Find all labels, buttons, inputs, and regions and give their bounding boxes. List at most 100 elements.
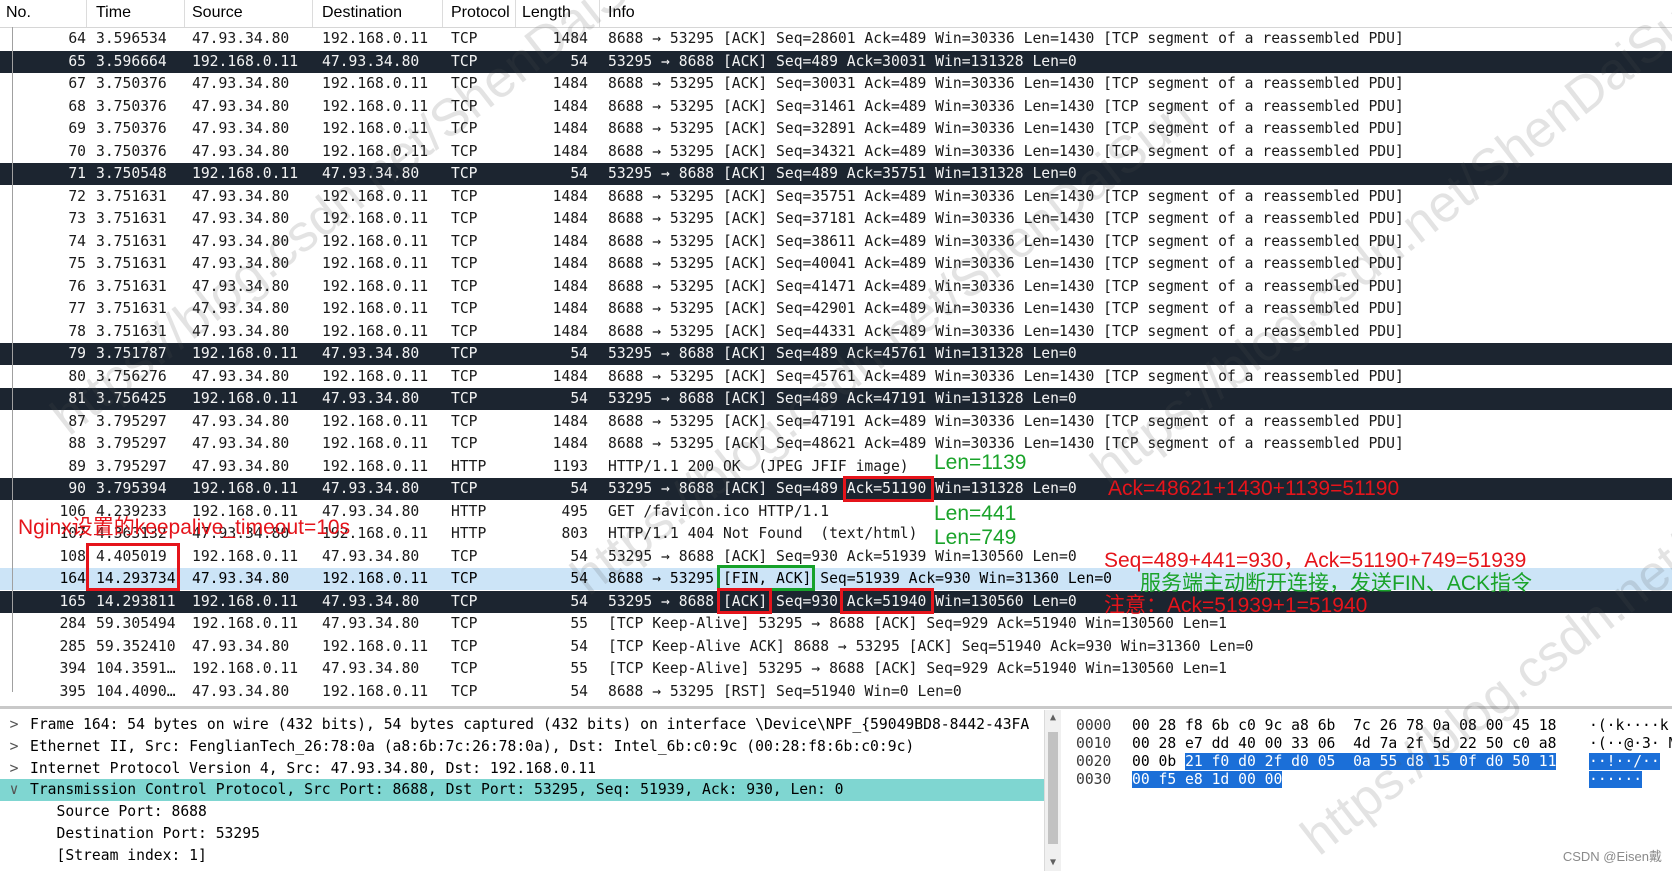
column-header-protocol[interactable]: Protocol xyxy=(451,4,510,24)
packet-row[interactable]: 80 3.756276 47.93.34.80 192.168.0.11 TCP 1484… xyxy=(0,365,1672,388)
hex-ascii: ·(·k····k xyxy=(1589,716,1669,736)
packet-details-pane[interactable]: > Frame 164: 54 bytes on wire (432 bits),… xyxy=(0,710,1044,871)
column-divider[interactable] xyxy=(515,0,516,27)
packet-len: 1484 xyxy=(552,75,588,92)
column-divider[interactable] xyxy=(312,0,313,27)
packet-time: 3.751631 xyxy=(96,210,167,227)
hex-bytes-plain: 00 28 f8 6b c0 9c a8 6b 7c 26 78 0a 08 0… xyxy=(1132,717,1557,734)
packet-row[interactable]: 89 3.795297 47.93.34.80 192.168.0.11 HTTP 119… xyxy=(0,455,1672,478)
annotation-len-749: Len=749 xyxy=(934,526,1017,549)
packet-row[interactable]: 75 3.751631 47.93.34.80 192.168.0.11 TCP 1484… xyxy=(0,253,1672,275)
packet-dst: 192.168.0.11 xyxy=(322,322,429,340)
highlight-box-ack-51190 xyxy=(843,476,934,502)
scroll-thumb[interactable] xyxy=(1048,732,1058,844)
packet-no: 108 xyxy=(59,547,86,565)
packet-time: 3.751631 xyxy=(96,300,167,317)
packet-row[interactable]: 69 3.750376 47.93.34.80 192.168.0.11 TCP 1484… xyxy=(0,118,1672,140)
annotation-ack-calculation: Ack=48621+1430+1139=51190 xyxy=(1108,477,1400,500)
packet-info: HTTP/1.1 200 OK (JPEG JFIF image) xyxy=(608,457,909,475)
column-header-length[interactable]: Length xyxy=(522,4,571,24)
packet-row[interactable]: 88 3.795297 47.93.34.80 192.168.0.11 TCP 1484… xyxy=(0,433,1672,455)
packet-len: 54 xyxy=(570,592,588,610)
packet-proto: TCP xyxy=(451,165,478,182)
detail-line[interactable]: ∨ Transmission Control Protocol, Src Port… xyxy=(0,779,1044,802)
column-header-source[interactable]: Source xyxy=(192,4,243,24)
column-header-info[interactable]: Info xyxy=(608,4,635,24)
packet-row[interactable]: 71 3.750548 192.168.0.11 47.93.34.80 TCP 54 53… xyxy=(0,163,1672,185)
hex-offset: 0010 xyxy=(1076,735,1112,752)
packet-time: 3.795297 xyxy=(96,412,167,430)
hex-row[interactable]: 0010 00 28 e7 dd 40 00 33 06 4d 7a 2f 5d … xyxy=(1066,734,1672,754)
packet-src: 47.93.34.80 xyxy=(192,277,290,295)
packet-row[interactable]: 394 104.3591… 192.168.0.11 47.93.34.80 TCP 55… xyxy=(0,658,1672,680)
packet-row[interactable]: 77 3.751631 47.93.34.80 192.168.0.11 TCP 1484… xyxy=(0,298,1672,320)
packet-time: 3.750376 xyxy=(96,142,167,160)
scroll-up-arrow-icon[interactable]: ▲ xyxy=(1045,710,1061,726)
column-header-time[interactable]: Time xyxy=(96,4,131,24)
expand-down-icon[interactable]: ∨ xyxy=(6,779,22,801)
packet-row[interactable]: 79 3.751787 192.168.0.11 47.93.34.80 TCP 54 53… xyxy=(0,343,1672,365)
packet-row[interactable]: 68 3.750376 47.93.34.80 192.168.0.11 TCP 1484… xyxy=(0,95,1672,118)
column-header-no[interactable]: No. xyxy=(6,4,31,24)
hex-row[interactable]: 0000 00 28 f8 6b c0 9c a8 6b 7c 26 78 0a … xyxy=(1066,716,1672,736)
detail-line[interactable]: Destination Port: 53295 xyxy=(0,823,1044,845)
packet-src: 47.93.34.80 xyxy=(192,412,290,430)
hex-ascii-highlighted: ··!··/·· xyxy=(1589,753,1660,770)
expand-right-icon[interactable]: > xyxy=(6,736,22,758)
detail-line[interactable]: [Stream index: 1] xyxy=(0,845,1044,867)
packet-row[interactable]: 65 3.596664 192.168.0.11 47.93.34.80 TCP 54 53… xyxy=(0,50,1672,73)
details-scrollbar[interactable]: ▲ ▼ xyxy=(1044,710,1061,871)
packet-info: 53295 → 8688 [ACK] Seq=489 Ack=35751 Win… xyxy=(608,165,1077,182)
packet-row[interactable]: 81 3.756425 192.168.0.11 47.93.34.80 TCP 54 53… xyxy=(0,388,1672,410)
detail-line[interactable]: > Frame 164: 54 bytes on wire (432 bits),… xyxy=(0,714,1044,736)
packet-row[interactable]: 78 3.751631 47.93.34.80 192.168.0.11 TCP 1484… xyxy=(0,320,1672,343)
packet-len: 1484 xyxy=(552,142,588,160)
packet-no: 78 xyxy=(68,322,86,340)
column-divider[interactable] xyxy=(599,0,600,27)
packet-list[interactable]: 64 3.596534 47.93.34.80 192.168.0.11 TCP 1484… xyxy=(0,28,1672,704)
column-divider[interactable] xyxy=(442,0,443,27)
detail-line[interactable]: Source Port: 8688 xyxy=(0,801,1044,823)
packet-dst: 192.168.0.11 xyxy=(322,412,429,430)
packet-row[interactable]: 64 3.596534 47.93.34.80 192.168.0.11 TCP 1484… xyxy=(0,28,1672,50)
packet-info: 8688 → 53295 [FIN, ACK] Seq=51939 Ack=93… xyxy=(608,570,1113,587)
hex-row[interactable]: 0020 00 0b 21 f0 d0 2f d0 05 0a 55 d8 15 … xyxy=(1066,752,1672,772)
packet-dst: 192.168.0.11 xyxy=(322,187,429,205)
packet-row[interactable]: 284 59.305494 192.168.0.11 47.93.34.80 TCP 55… xyxy=(0,613,1672,635)
packet-row[interactable]: 73 3.751631 47.93.34.80 192.168.0.11 TCP 1484… xyxy=(0,208,1672,230)
pane-splitter[interactable] xyxy=(0,706,1672,709)
packet-proto: TCP xyxy=(451,547,478,565)
packet-dst: 47.93.34.80 xyxy=(322,52,420,70)
packet-row[interactable]: 90 3.795394 192.168.0.11 47.93.34.80 TCP 54 53… xyxy=(0,478,1672,500)
packet-row[interactable]: 74 3.751631 47.93.34.80 192.168.0.11 TCP 1484… xyxy=(0,230,1672,253)
packet-row[interactable]: 76 3.751631 47.93.34.80 192.168.0.11 TCP 1484… xyxy=(0,275,1672,298)
packet-row[interactable]: 87 3.795297 47.93.34.80 192.168.0.11 TCP 1484… xyxy=(0,410,1672,433)
detail-line[interactable]: > Ethernet II, Src: FenglianTech_26:78:0a… xyxy=(0,736,1044,758)
column-divider[interactable] xyxy=(184,0,185,27)
packet-row[interactable]: 70 3.750376 47.93.34.80 192.168.0.11 TCP 1484… xyxy=(0,140,1672,163)
packet-time: 3.596664 xyxy=(96,52,167,70)
packet-dst: 192.168.0.11 xyxy=(322,30,429,47)
packet-row[interactable]: 67 3.750376 47.93.34.80 192.168.0.11 TCP 1484… xyxy=(0,73,1672,95)
packet-src: 47.93.34.80 xyxy=(192,75,290,92)
hex-ascii: ······ xyxy=(1589,770,1643,790)
packet-time: 3.751631 xyxy=(96,232,167,250)
packet-row[interactable]: 285 59.352410 47.93.34.80 192.168.0.11 TCP 54… xyxy=(0,635,1672,658)
packet-len: 495 xyxy=(561,502,588,520)
detail-text: [Stream index: 1] xyxy=(30,846,207,864)
hex-row[interactable]: 0030 00 f5 e8 1d 00 00 ······ xyxy=(1066,770,1672,790)
packet-dst: 192.168.0.11 xyxy=(322,75,429,92)
detail-line[interactable]: > Internet Protocol Version 4, Src: 47.93… xyxy=(0,758,1044,780)
column-header-destination[interactable]: Destination xyxy=(322,4,402,24)
scroll-down-arrow-icon[interactable]: ▼ xyxy=(1045,855,1061,871)
packet-src: 47.93.34.80 xyxy=(192,637,290,655)
column-divider[interactable] xyxy=(86,0,87,27)
annotation-nginx-keepalive: Nginx设置的keepalive_timeout=10s xyxy=(18,516,351,539)
packet-row[interactable]: 72 3.751631 47.93.34.80 192.168.0.11 TCP 1484… xyxy=(0,185,1672,208)
expand-right-icon[interactable]: > xyxy=(6,758,22,780)
packet-src: 47.93.34.80 xyxy=(192,457,290,475)
packet-dst: 192.168.0.11 xyxy=(322,637,429,655)
packet-row[interactable]: 395 104.4090… 47.93.34.80 192.168.0.11 TCP 54… xyxy=(0,680,1672,703)
packet-info: 8688 → 53295 [ACK] Seq=47191 Ack=489 Win… xyxy=(608,412,1404,430)
expand-right-icon[interactable]: > xyxy=(6,714,22,736)
